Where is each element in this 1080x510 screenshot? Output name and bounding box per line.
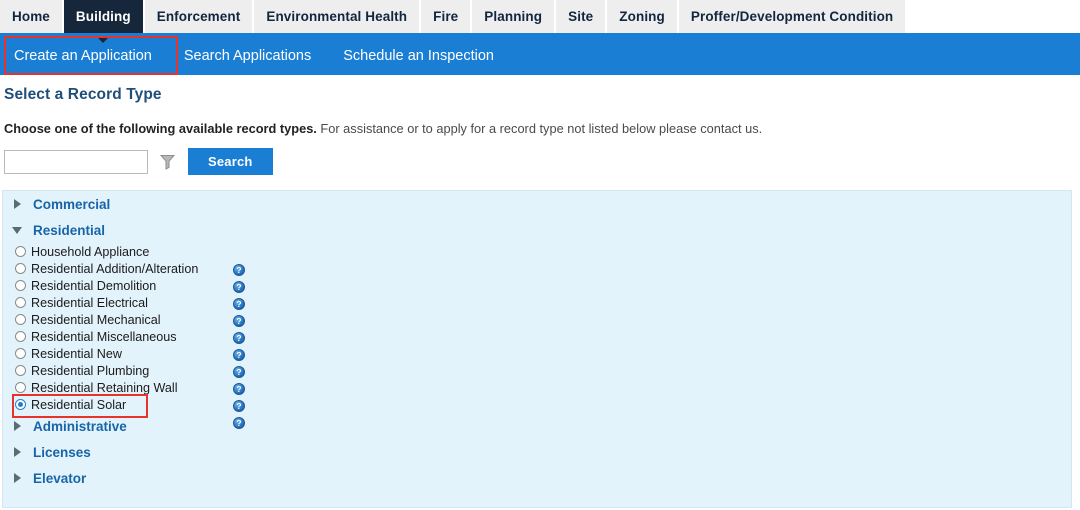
record-type-option-residential-miscellaneous[interactable]: Residential Miscellaneous [15, 328, 1071, 345]
record-type-option-residential-demolition[interactable]: Residential Demolition [15, 277, 1071, 294]
record-type-label: Residential New [31, 346, 122, 361]
record-type-row: Residential Electrical? [15, 294, 1071, 328]
chevron-right-icon[interactable] [9, 421, 25, 431]
record-type-label: Residential Retaining Wall [31, 380, 178, 395]
active-tab-pointer-icon [96, 36, 110, 43]
module-tab-environmental-health[interactable]: Environmental Health [254, 0, 420, 33]
record-type-option-residential-retaining-wall[interactable]: Residential Retaining Wall [15, 379, 1071, 396]
record-type-radio[interactable] [15, 263, 26, 274]
module-tab-zoning[interactable]: Zoning [607, 0, 677, 33]
record-type-tree-panel: Commercial Residential Household Appliance… [2, 190, 1072, 508]
record-type-radio[interactable] [15, 314, 26, 325]
subnav-item-create-an-application[interactable]: Create an Application [0, 37, 168, 75]
funnel-filter-icon[interactable] [156, 150, 178, 174]
record-type-label: Residential Miscellaneous [31, 329, 177, 344]
tree-group-elevator[interactable]: Elevator [3, 465, 1071, 491]
module-tab-enforcement[interactable]: Enforcement [144, 0, 253, 33]
record-type-label: Residential Plumbing [31, 363, 150, 378]
chevron-right-icon[interactable] [9, 447, 25, 457]
record-type-option-residential-mechanical[interactable]: Residential Mechanical [15, 311, 1071, 328]
record-type-row: Household Appliance? [15, 243, 1071, 277]
application-page: Home Building Enforcement Environmental Hea… [0, 0, 1080, 510]
record-type-option-residential-addition-alteration[interactable]: Residential Addition/Alteration [15, 260, 1071, 277]
record-type-radio[interactable] [15, 246, 26, 257]
instructions-bold: Choose one of the following available re… [4, 121, 317, 136]
record-type-row: Residential Addition/Alteration? [15, 260, 1071, 294]
record-type-radio[interactable] [15, 280, 26, 291]
tree-group-label: Residential [33, 222, 106, 238]
record-type-row: Residential Demolition? [15, 277, 1071, 311]
module-tab-proffer-development-condition[interactable]: Proffer/Development Condition [678, 0, 906, 33]
record-type-label: Residential Addition/Alteration [31, 261, 199, 276]
record-type-row: Residential Plumbing? [15, 362, 1071, 396]
module-tab-building[interactable]: Building [63, 0, 143, 33]
module-tab-fire[interactable]: Fire [421, 0, 471, 33]
record-type-label: Residential Mechanical [31, 312, 161, 327]
tree-group-children: Household Appliance? Residential Addition… [3, 243, 1071, 430]
record-type-search-row: Search [4, 148, 273, 175]
module-tab-bar: Home Building Enforcement Environmental Hea… [0, 0, 1080, 37]
record-type-label: Residential Solar [31, 397, 127, 412]
record-type-radio[interactable] [15, 331, 26, 342]
record-type-radio[interactable] [15, 382, 26, 393]
sub-navigation-bar: Create an Application Search Applications… [0, 37, 1080, 75]
record-type-row: Residential Solar? [15, 396, 1071, 430]
record-type-option-residential-solar[interactable]: Residential Solar [15, 396, 1071, 413]
module-tab-home[interactable]: Home [0, 0, 62, 33]
record-type-option-residential-plumbing[interactable]: Residential Plumbing [15, 362, 1071, 379]
tree-group-licenses[interactable]: Licenses [3, 439, 1071, 465]
tree-group-label: Commercial [33, 196, 111, 212]
record-type-row: Residential Miscellaneous? [15, 328, 1071, 362]
record-type-label: Residential Electrical [31, 295, 148, 310]
tree-group-residential[interactable]: Residential [3, 217, 1071, 243]
record-type-radio[interactable] [15, 399, 26, 410]
chevron-right-icon[interactable] [9, 199, 25, 209]
tree-group-administrative[interactable]: Administrative [3, 413, 1071, 439]
module-tab-site[interactable]: Site [556, 0, 606, 33]
record-type-radio[interactable] [15, 348, 26, 359]
tree-group-label: Administrative [33, 418, 127, 434]
record-type-label: Household Appliance [31, 244, 150, 259]
record-type-row: Residential Retaining Wall? [15, 379, 1071, 413]
tree-group-commercial[interactable]: Commercial [3, 191, 1071, 217]
instructions-text: Choose one of the following available re… [4, 121, 762, 136]
search-input[interactable] [4, 149, 148, 174]
subnav-item-search-applications[interactable]: Search Applications [168, 37, 327, 75]
chevron-right-icon[interactable] [9, 473, 25, 483]
module-tab-planning[interactable]: Planning [472, 0, 555, 33]
instructions-rest: For assistance or to apply for a record … [316, 121, 763, 136]
help-icon[interactable]: ? [233, 413, 245, 430]
page-title: Select a Record Type [4, 86, 162, 103]
record-type-option-household-appliance[interactable]: Household Appliance [15, 243, 1071, 260]
record-type-row: Residential New? [15, 345, 1071, 379]
tree-group-label: Elevator [33, 470, 87, 486]
search-button[interactable]: Search [188, 148, 273, 175]
record-type-radio[interactable] [15, 365, 26, 376]
record-type-row: Residential Mechanical? [15, 311, 1071, 345]
record-type-radio[interactable] [15, 297, 26, 308]
record-type-option-residential-new[interactable]: Residential New [15, 345, 1071, 362]
tree-group-label: Licenses [33, 444, 91, 460]
chevron-down-icon[interactable] [9, 226, 25, 234]
subnav-item-schedule-an-inspection[interactable]: Schedule an Inspection [327, 37, 510, 75]
record-type-label: Residential Demolition [31, 278, 157, 293]
record-type-option-residential-electrical[interactable]: Residential Electrical [15, 294, 1071, 311]
